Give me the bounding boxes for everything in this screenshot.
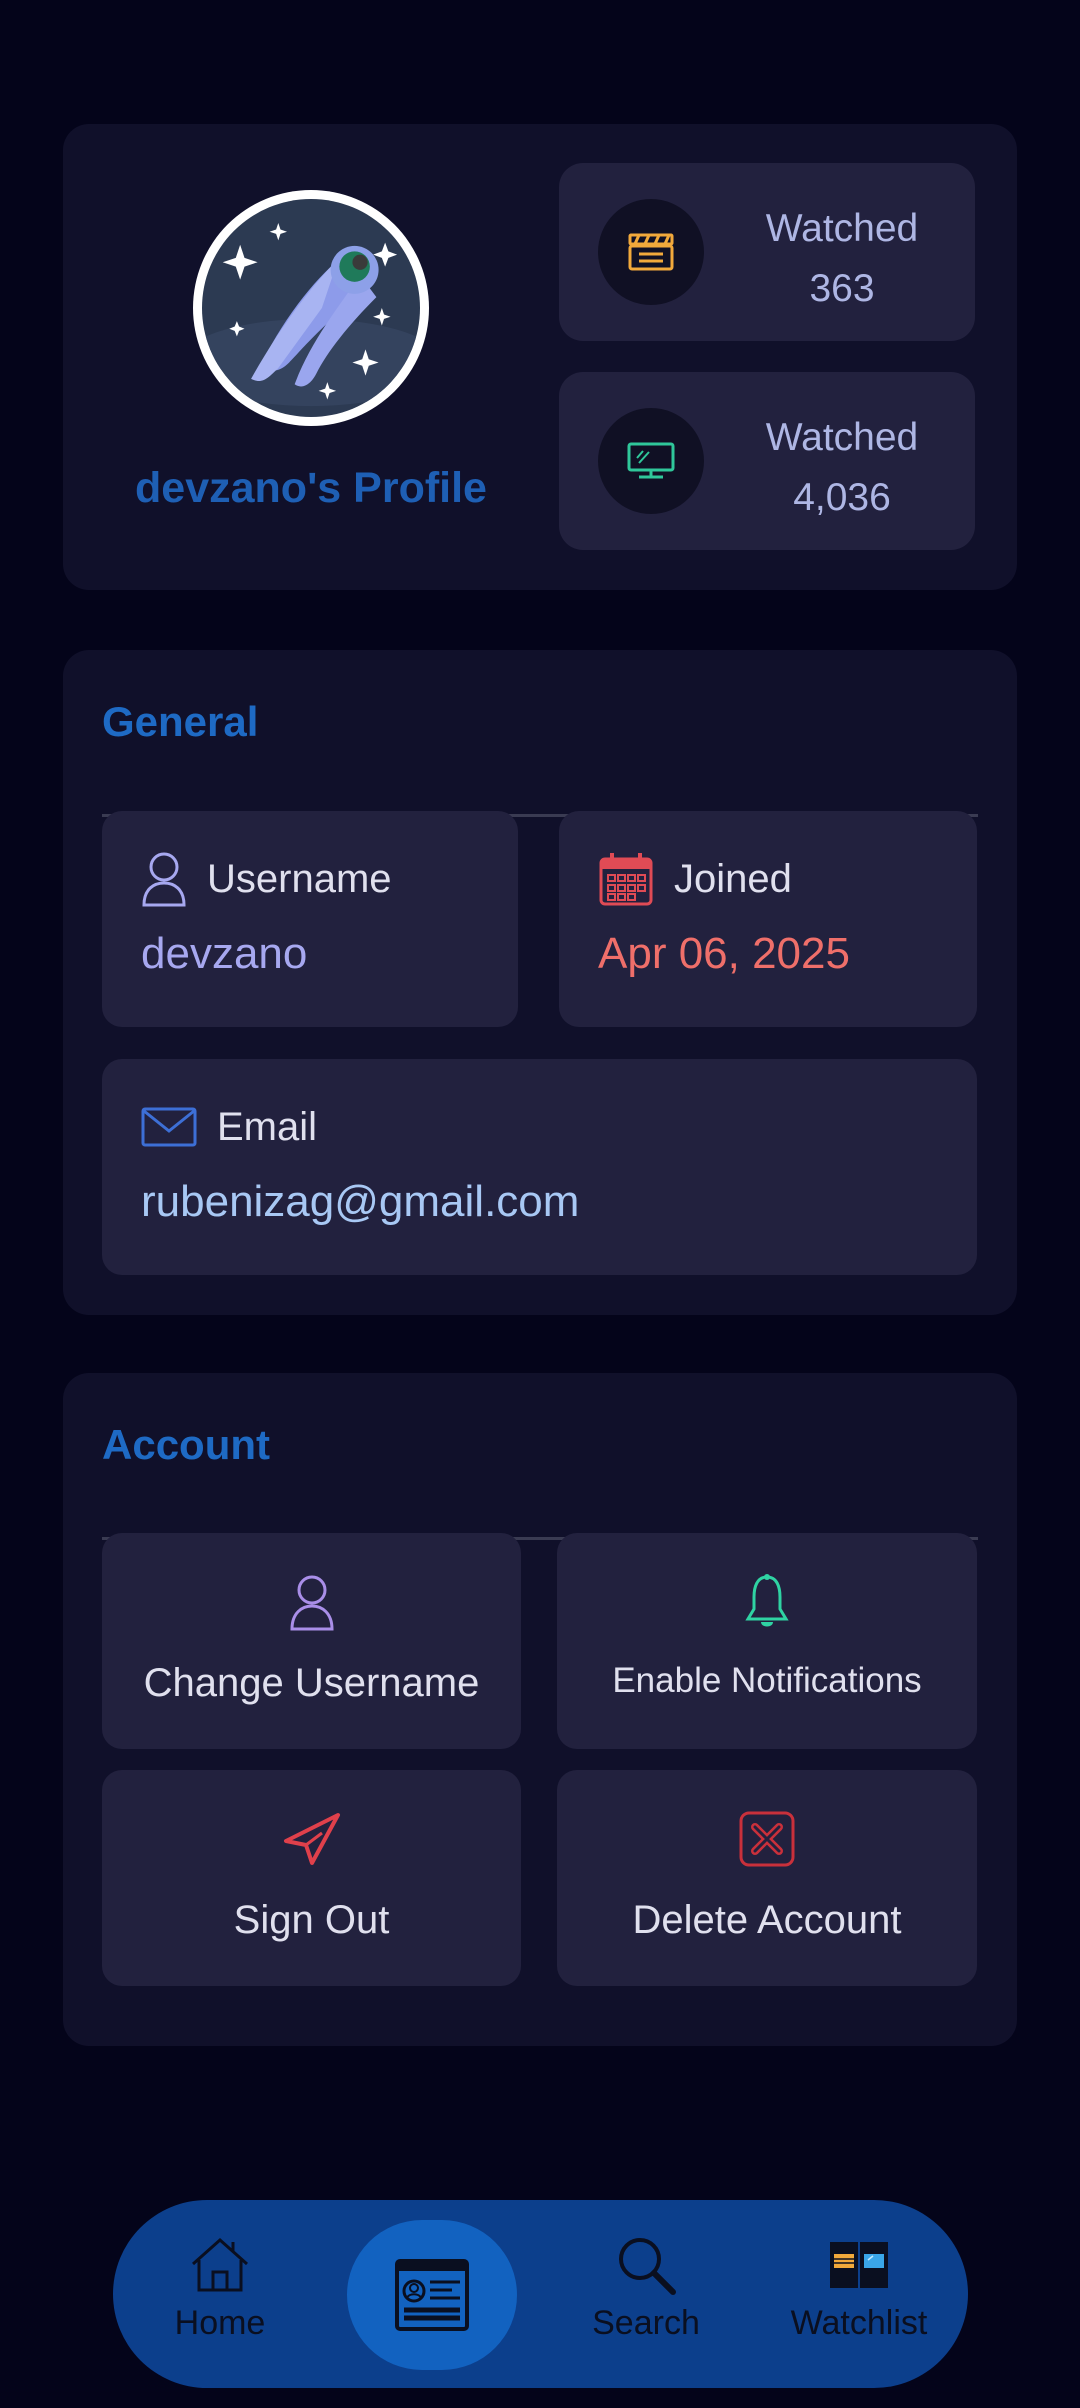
nav-home-label: Home bbox=[174, 2304, 266, 2342]
profile-card: devzano's Profile Watched 363 Watched 4,… bbox=[63, 124, 1017, 590]
user-icon bbox=[142, 852, 186, 907]
calendar-icon bbox=[599, 853, 653, 906]
nav-search[interactable]: Search bbox=[556, 2200, 736, 2388]
bottom-nav: Home Search Watchlist bbox=[113, 2200, 968, 2388]
account-card: Account Change Username Enable Notificat… bbox=[63, 1373, 1017, 2046]
stat-label: Watched bbox=[765, 207, 919, 250]
delete-x-icon bbox=[739, 1811, 795, 1867]
section-title-general: General bbox=[102, 698, 259, 745]
bell-icon bbox=[745, 1574, 789, 1627]
stat-value: 4,036 bbox=[793, 476, 891, 519]
clapperboard-icon bbox=[598, 199, 704, 305]
joined-value: Apr 06, 2025 bbox=[598, 929, 850, 978]
general-card: General Username devzano Joined Apr 06, … bbox=[63, 650, 1017, 1315]
section-title-account: Account bbox=[102, 1421, 270, 1468]
change-username-button[interactable]: Change Username bbox=[102, 1533, 521, 1749]
nav-search-label: Search bbox=[592, 2304, 700, 2342]
joined-label: Joined bbox=[674, 856, 792, 901]
home-icon bbox=[192, 2237, 248, 2292]
email-tile: Email rubenizag@gmail.com bbox=[102, 1059, 977, 1275]
username-tile: Username devzano bbox=[102, 811, 518, 1027]
sign-out-label: Sign Out bbox=[233, 1898, 390, 1942]
change-username-label: Change Username bbox=[143, 1661, 480, 1705]
username-value: devzano bbox=[141, 929, 308, 978]
comet-avatar-icon bbox=[202, 199, 420, 417]
email-label: Email bbox=[217, 1104, 318, 1149]
enable-notifications-button[interactable]: Enable Notifications bbox=[557, 1533, 977, 1749]
tv-icon bbox=[598, 408, 704, 514]
stat-label: Watched bbox=[765, 416, 919, 459]
nav-watchlist-label: Watchlist bbox=[790, 2304, 928, 2342]
episodes-watched-stat: Watched 4,036 bbox=[559, 372, 975, 550]
delete-account-label: Delete Account bbox=[632, 1898, 902, 1942]
nav-watchlist[interactable]: Watchlist bbox=[769, 2200, 949, 2388]
user-icon bbox=[289, 1575, 334, 1631]
watchlist-icon bbox=[830, 2242, 888, 2288]
username-label: Username bbox=[207, 856, 392, 901]
email-value: rubenizag@gmail.com bbox=[141, 1177, 580, 1226]
sign-out-button[interactable]: Sign Out bbox=[102, 1770, 521, 1986]
joined-tile: Joined Apr 06, 2025 bbox=[559, 811, 977, 1027]
movies-watched-stat: Watched 363 bbox=[559, 163, 975, 341]
nav-home[interactable]: Home bbox=[130, 2200, 310, 2388]
nav-profile[interactable] bbox=[347, 2220, 517, 2370]
mail-icon bbox=[141, 1107, 197, 1147]
avatar[interactable] bbox=[193, 190, 429, 426]
delete-account-button[interactable]: Delete Account bbox=[557, 1770, 977, 1986]
search-icon bbox=[619, 2238, 676, 2295]
profile-card-icon bbox=[395, 2259, 469, 2331]
send-icon bbox=[283, 1813, 340, 1865]
profile-name: devzano's Profile bbox=[135, 464, 487, 512]
stat-value: 363 bbox=[809, 267, 875, 310]
enable-notifications-label: Enable Notifications bbox=[612, 1661, 922, 1700]
